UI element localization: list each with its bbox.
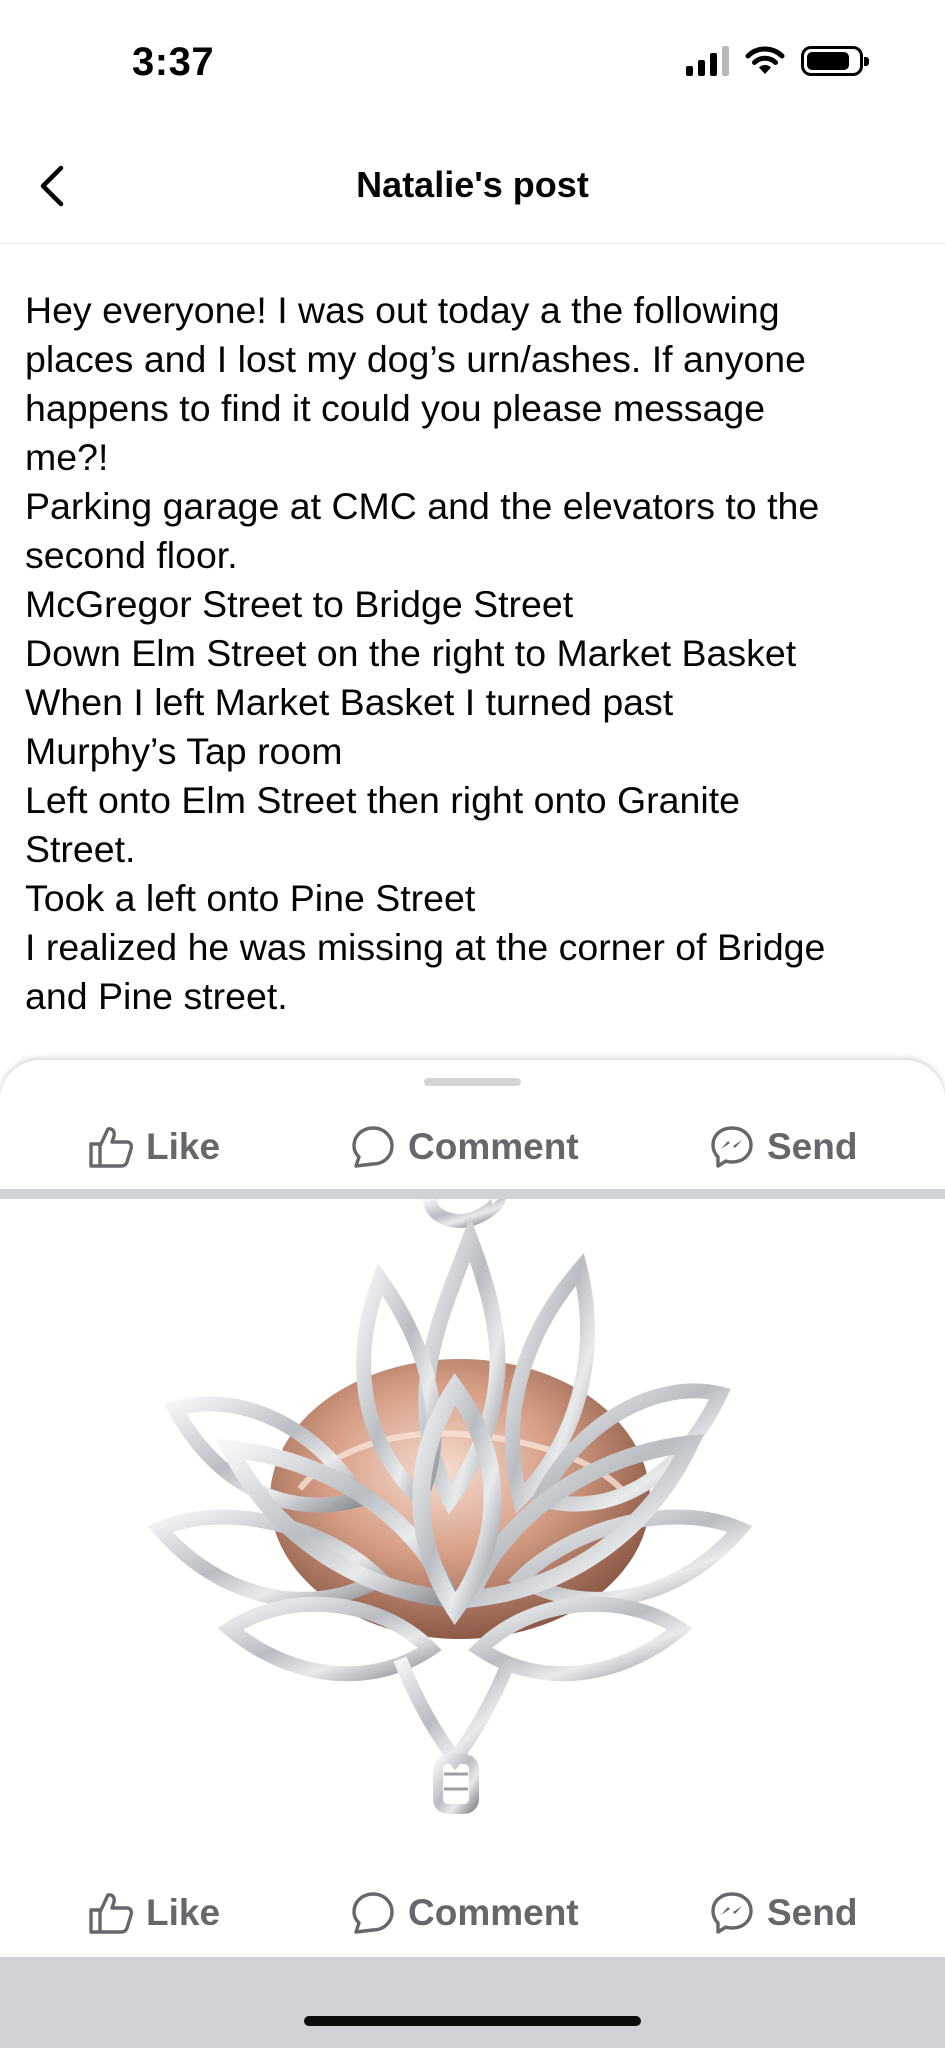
post-text-line: Parking garage at CMC and the elevators … [25, 485, 820, 527]
post-action-bar: Like Comment Send [0, 1112, 945, 1182]
like-label: Like [146, 1126, 221, 1167]
wifi-icon [745, 46, 785, 74]
comment-button[interactable]: Comment [350, 1878, 579, 1948]
like-label: Like [146, 1892, 221, 1933]
send-button[interactable]: Send [709, 1878, 857, 1948]
comment-bubble-icon [352, 1126, 394, 1168]
comment-button[interactable]: Comment [350, 1112, 579, 1182]
battery-icon [801, 46, 869, 76]
post-text-line: Took a left onto Pine Street [25, 877, 476, 919]
post-text-line: second floor. [25, 534, 238, 576]
post-text: Hey everyone! I was out today a the foll… [25, 286, 925, 1021]
section-divider [0, 1189, 945, 1199]
status-time: 3:37 [132, 40, 215, 84]
post-text-line: Left onto Elm Street then right onto Gra… [25, 779, 740, 821]
sheet-grabber[interactable] [424, 1078, 521, 1086]
post-text-line: Hey everyone! I was out today a the foll… [25, 289, 780, 331]
post-text-line: Down Elm Street on the right to Market B… [25, 632, 797, 674]
lotus-urn-pendant-image [147, 1199, 753, 1814]
thumbs-up-icon [89, 1893, 134, 1934]
status-bar: 3:37 [0, 0, 945, 130]
post-text-line: happens to find it could you please mess… [25, 387, 766, 429]
header: Natalie's post [0, 130, 945, 244]
post-text-line: McGregor Street to Bridge Street [25, 583, 574, 625]
post-text-line: When I left Market Basket I turned past [25, 681, 674, 723]
post-text-line: I realized he was missing at the corner … [25, 926, 826, 968]
home-indicator[interactable] [304, 2016, 641, 2026]
post-text-line: me?! [25, 436, 109, 478]
thumbs-up-icon [89, 1127, 134, 1168]
send-button[interactable]: Send [709, 1112, 857, 1182]
post-photo[interactable] [0, 1199, 945, 1839]
page-title: Natalie's post [356, 164, 589, 205]
post-text-line: Street. [25, 828, 136, 870]
post-text-line: places and I lost my dog’s urn/ashes. If… [25, 338, 807, 380]
post-text-line: Murphy’s Tap room [25, 730, 343, 772]
comment-label: Comment [408, 1126, 579, 1167]
messenger-icon [711, 1126, 753, 1168]
status-icons [686, 46, 869, 76]
comment-bubble-icon [352, 1892, 394, 1934]
cellular-signal-icon [686, 46, 729, 76]
post-text-line: and Pine street. [25, 975, 288, 1017]
bottom-bar [0, 1957, 945, 2048]
send-label: Send [767, 1126, 858, 1167]
like-button[interactable]: Like [88, 1878, 220, 1948]
post-screen: 3:37 Natalie's post Hey everyone! I was … [0, 0, 945, 2048]
messenger-icon [711, 1892, 753, 1934]
send-label: Send [767, 1892, 858, 1933]
post-action-bar-bottom: Like Comment Send [0, 1878, 945, 1948]
like-button[interactable]: Like [88, 1112, 220, 1182]
comment-label: Comment [408, 1892, 579, 1933]
